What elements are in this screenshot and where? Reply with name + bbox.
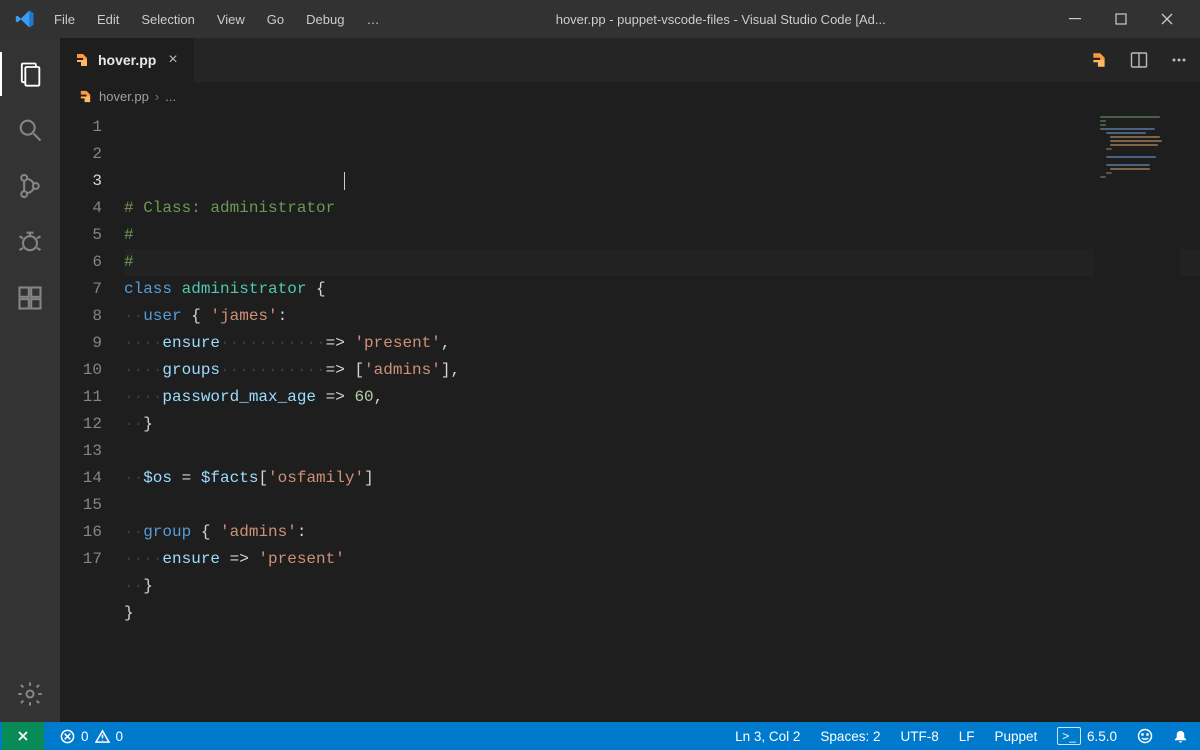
window-minimize-button[interactable] (1052, 0, 1098, 38)
status-encoding[interactable]: UTF-8 (890, 722, 948, 750)
window-title: hover.pp - puppet-vscode-files - Visual … (389, 12, 1052, 27)
code-line[interactable]: ····password_max_age => 60, (124, 384, 1200, 411)
minimap[interactable] (1094, 110, 1180, 722)
vscode-logo (10, 9, 40, 29)
editor-tab[interactable]: hover.pp × (60, 38, 195, 82)
status-version[interactable]: >_ 6.5.0 (1047, 722, 1127, 750)
tab-filename: hover.pp (98, 52, 156, 68)
activity-explorer[interactable] (0, 46, 60, 102)
window-close-button[interactable] (1144, 0, 1190, 38)
status-cursor-position[interactable]: Ln 3, Col 2 (725, 722, 810, 750)
menu-…[interactable]: … (356, 8, 389, 31)
status-language[interactable]: Puppet (984, 722, 1047, 750)
code-line[interactable]: # (124, 249, 1200, 276)
status-warning-count: 0 (116, 729, 124, 744)
menu-selection[interactable]: Selection (131, 8, 204, 31)
text-cursor (344, 172, 345, 190)
status-remote[interactable] (2, 722, 44, 750)
menu-edit[interactable]: Edit (87, 8, 129, 31)
puppet-icon (78, 89, 93, 104)
editor-more-actions[interactable] (1166, 47, 1192, 73)
code-line[interactable]: ··} (124, 411, 1200, 438)
code-line[interactable]: ··} (124, 573, 1200, 600)
code-line[interactable]: ··group { 'admins': (124, 519, 1200, 546)
activity-settings[interactable] (0, 666, 60, 722)
editor-area: hover.pp × hover.pp › (60, 38, 1200, 722)
code-line[interactable]: ··$os = $facts['osfamily'] (124, 465, 1200, 492)
line-number-gutter: 1234567891011121314151617 (60, 110, 124, 722)
code-line[interactable] (124, 492, 1200, 519)
code-line[interactable]: class administrator { (124, 276, 1200, 303)
code-line[interactable]: # Class: administrator (124, 195, 1200, 222)
menu-view[interactable]: View (207, 8, 255, 31)
code-line[interactable]: # (124, 222, 1200, 249)
tab-bar: hover.pp × (60, 38, 1200, 82)
status-error-count: 0 (81, 729, 89, 744)
status-eol[interactable]: LF (949, 722, 985, 750)
code-line[interactable] (124, 627, 1200, 654)
menu-file[interactable]: File (44, 8, 85, 31)
titlebar: FileEditSelectionViewGoDebug… hover.pp -… (0, 0, 1200, 38)
code-editor[interactable]: 1234567891011121314151617 # Class: admin… (60, 110, 1200, 722)
main-menu: FileEditSelectionViewGoDebug… (44, 8, 389, 31)
code-content[interactable]: # Class: administrator##class administra… (124, 110, 1200, 722)
activity-search[interactable] (0, 102, 60, 158)
code-line[interactable] (124, 438, 1200, 465)
breadcrumb-file: hover.pp (99, 89, 149, 104)
puppet-icon (74, 52, 90, 68)
status-bar: 0 0 Ln 3, Col 2 Spaces: 2 UTF-8 LF Puppe… (0, 722, 1200, 750)
window-maximize-button[interactable] (1098, 0, 1144, 38)
status-problems[interactable]: 0 0 (50, 722, 133, 750)
code-line[interactable]: ····ensure => 'present' (124, 546, 1200, 573)
tab-close-button[interactable]: × (164, 51, 181, 69)
editor-language-status[interactable] (1086, 47, 1112, 73)
activity-debug[interactable] (0, 214, 60, 270)
vertical-scrollbar[interactable] (1182, 110, 1200, 722)
code-line[interactable]: ····groups···········=> ['admins'], (124, 357, 1200, 384)
code-line[interactable]: ····ensure···········=> 'present', (124, 330, 1200, 357)
status-feedback[interactable] (1127, 722, 1163, 750)
code-line[interactable]: } (124, 600, 1200, 627)
activity-bar (0, 38, 60, 722)
status-notifications[interactable] (1163, 722, 1198, 750)
menu-go[interactable]: Go (257, 8, 294, 31)
breadcrumb-more: ... (165, 89, 176, 104)
activity-source-control[interactable] (0, 158, 60, 214)
split-editor-button[interactable] (1126, 47, 1152, 73)
activity-extensions[interactable] (0, 270, 60, 326)
breadcrumb[interactable]: hover.pp › ... (60, 82, 1200, 110)
status-indentation[interactable]: Spaces: 2 (810, 722, 890, 750)
chevron-right-icon: › (155, 89, 159, 104)
code-line[interactable]: ··user { 'james': (124, 303, 1200, 330)
terminal-icon: >_ (1057, 727, 1081, 745)
menu-debug[interactable]: Debug (296, 8, 354, 31)
